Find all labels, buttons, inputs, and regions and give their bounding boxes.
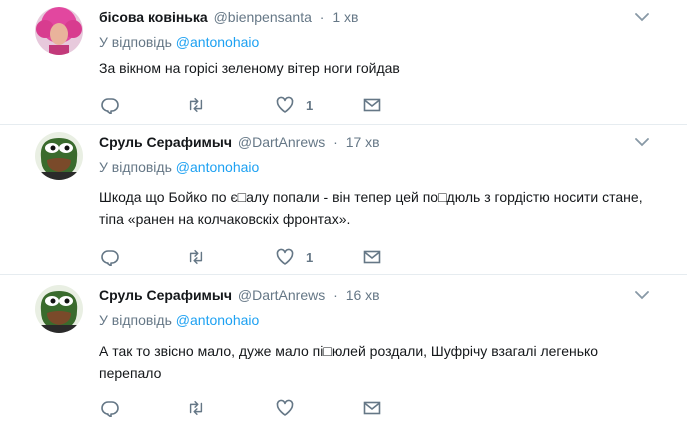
retweet-button[interactable] (187, 247, 205, 267)
reply-icon (101, 401, 119, 417)
tweet[interactable]: Сруль Серафимыч @DartAnrews · 17 хв У ві… (0, 125, 687, 275)
tweet[interactable]: бісова ковінька @bienpensanta · 1 хв У в… (0, 0, 687, 125)
reply-prefix: У відповідь (99, 159, 172, 175)
reply-icon (101, 250, 119, 266)
tweet[interactable]: Сруль Серафимыч @DartAnrews · 16 хв У ві… (0, 278, 687, 421)
reply-mention-link[interactable]: @antonohaio (176, 34, 260, 50)
like-button[interactable]: 1 (276, 247, 313, 267)
tweet-header: Сруль Серафимыч @DartAnrews · 16 хв (99, 286, 380, 304)
tweet-actions (99, 398, 399, 418)
chevron-down-icon[interactable] (635, 290, 649, 300)
tweet-actions: 1 (99, 247, 399, 267)
display-name[interactable]: Сруль Серафимыч (99, 134, 232, 150)
reply-context: У відповідь @antonohaio (99, 311, 259, 329)
retweet-icon (189, 97, 203, 113)
chevron-down-icon[interactable] (635, 137, 649, 147)
retweet-button[interactable] (187, 398, 205, 418)
separator-dot: · (319, 9, 325, 25)
reply-prefix: У відповідь (99, 312, 172, 328)
like-button[interactable] (276, 398, 294, 418)
timestamp[interactable]: 16 хв (346, 287, 380, 303)
reply-icon (101, 98, 119, 114)
direct-message-button[interactable] (363, 95, 381, 115)
tweet-header: бісова ковінька @bienpensanta · 1 хв (99, 8, 358, 26)
reply-button[interactable] (101, 398, 119, 418)
heart-icon (276, 248, 294, 265)
envelope-icon (363, 250, 381, 264)
reply-mention-link[interactable]: @antonohaio (176, 159, 260, 175)
avatar[interactable] (35, 132, 83, 180)
separator-dot: · (333, 287, 338, 303)
like-count: 1 (306, 97, 314, 113)
user-handle[interactable]: @DartAnrews (238, 287, 325, 303)
reply-button[interactable] (101, 247, 119, 267)
tweet-text: За вікном на горісі зеленому вітер ноги … (99, 60, 400, 76)
envelope-icon (363, 401, 381, 415)
avatar[interactable] (35, 285, 83, 333)
envelope-icon (363, 98, 381, 112)
reply-context: У відповідь @antonohaio (99, 158, 259, 176)
retweet-icon (189, 249, 203, 265)
retweet-icon (189, 400, 203, 416)
reply-mention-link[interactable]: @antonohaio (176, 312, 260, 328)
timestamp[interactable]: 1 хв (332, 9, 358, 25)
display-name[interactable]: бісова ковінька (99, 9, 208, 25)
avatar[interactable] (35, 7, 83, 55)
tweet-actions: 1 (99, 95, 399, 115)
display-name[interactable]: Сруль Серафимыч (99, 287, 232, 303)
tweet-text: Шкода що Бойко по є□алу попали - він теп… (99, 189, 643, 227)
reply-context: У відповідь @antonohaio (99, 33, 259, 51)
direct-message-button[interactable] (363, 247, 381, 267)
direct-message-button[interactable] (363, 398, 381, 418)
like-count: 1 (306, 249, 314, 265)
heart-icon (276, 96, 294, 113)
heart-icon (276, 399, 294, 416)
separator-dot: · (333, 134, 338, 150)
reply-prefix: У відповідь (99, 34, 172, 50)
retweet-button[interactable] (187, 95, 205, 115)
tweet-header: Сруль Серафимыч @DartAnrews · 17 хв (99, 133, 380, 151)
like-button[interactable]: 1 (276, 95, 313, 115)
user-handle[interactable]: @DartAnrews (238, 134, 325, 150)
tweet-text: А так то звісно мало, дуже мало пі□юлей … (99, 343, 599, 381)
reply-button[interactable] (101, 95, 119, 115)
chevron-down-icon[interactable] (635, 12, 649, 22)
timestamp[interactable]: 17 хв (346, 134, 380, 150)
user-handle[interactable]: @bienpensanta (214, 9, 312, 25)
